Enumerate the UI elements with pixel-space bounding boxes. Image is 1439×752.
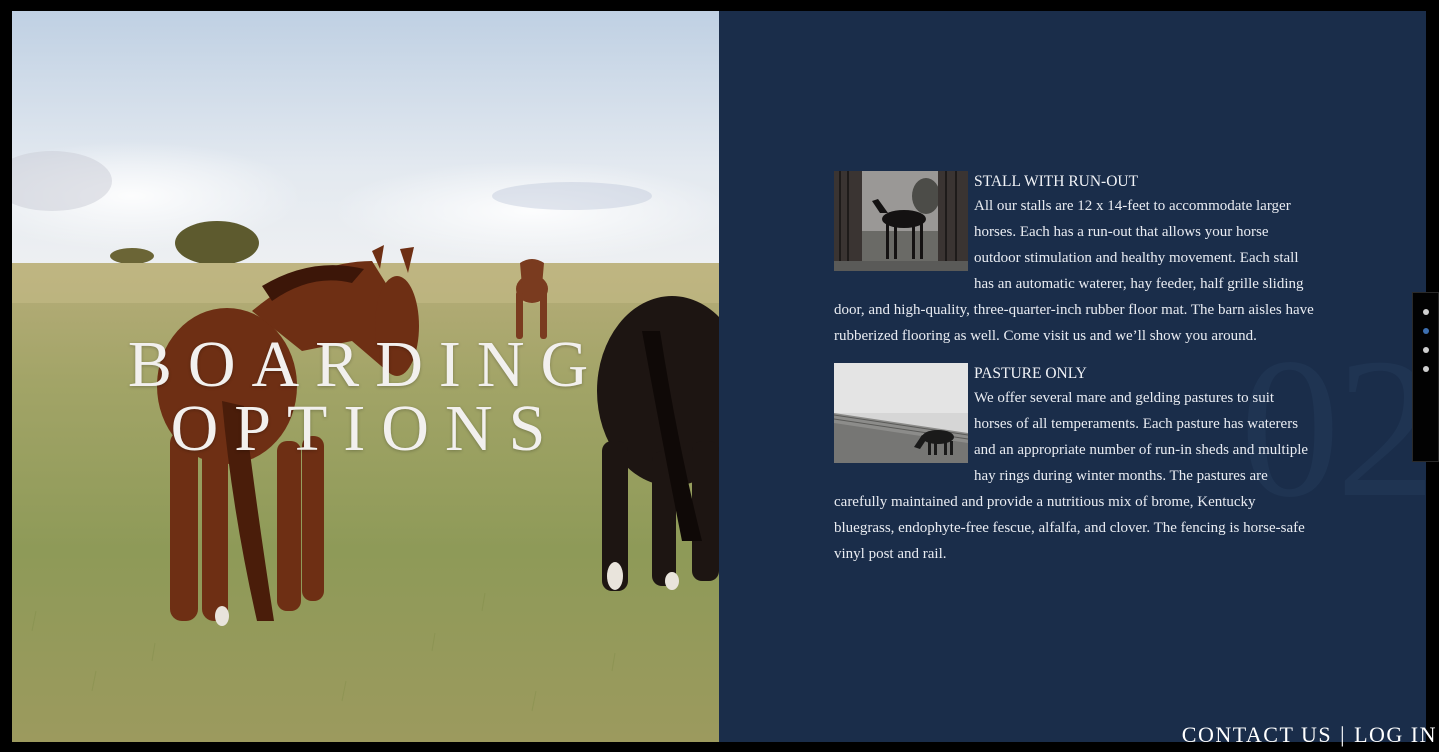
pasture-only-section: PASTURE ONLY We offer several mare and g… (834, 363, 1314, 567)
boarding-info-panel: 02 STALL WITH RUN-OUT All our stalls are… (719, 11, 1426, 742)
contact-us-link[interactable]: CONTACT US (1182, 722, 1332, 747)
page-title: BOARDING OPTIONS (12, 328, 719, 465)
pasture-horse-thumbnail (834, 363, 968, 463)
page-frame: BOARDING OPTIONS 02 STALL WITH RUN-OUT A… (0, 0, 1439, 752)
link-separator: | (1340, 722, 1347, 747)
nav-dot-2-active[interactable] (1423, 328, 1429, 334)
section-dot-navigation (1412, 292, 1439, 462)
footer-links: CONTACT US | LOG IN (1182, 720, 1437, 750)
page-title-line-1: BOARDING (127, 328, 605, 401)
nav-dot-3[interactable] (1423, 347, 1429, 353)
stall-horse-thumbnail (834, 171, 968, 271)
log-in-link[interactable]: LOG IN (1354, 722, 1437, 747)
nav-dot-1[interactable] (1423, 309, 1429, 315)
page-title-line-2: OPTIONS (170, 392, 562, 465)
stall-with-run-out-section: STALL WITH RUN-OUT All our stalls are 12… (834, 171, 1314, 349)
hero-photo-panel: BOARDING OPTIONS (12, 11, 719, 742)
nav-dot-4[interactable] (1423, 366, 1429, 372)
